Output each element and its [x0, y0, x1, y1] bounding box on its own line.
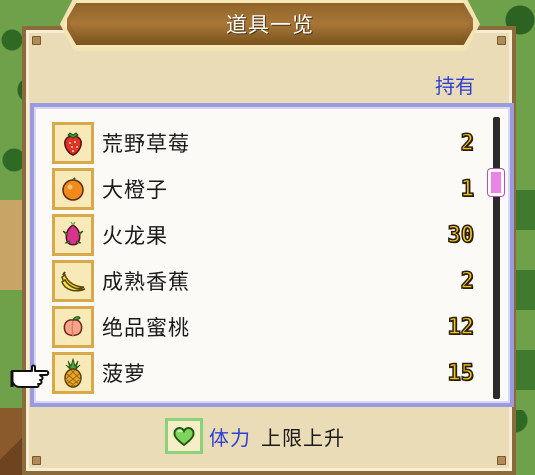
- list-item-peach[interactable]: 绝品蜜桃 12: [52, 304, 475, 350]
- item-count: 30: [447, 222, 475, 249]
- item-icon-frame: [52, 352, 94, 394]
- list-item-banana[interactable]: 成熟香蕉 2: [52, 258, 475, 304]
- item-icon-frame: [52, 168, 94, 210]
- list-item-dragon-fruit[interactable]: 火龙果 30: [52, 212, 475, 258]
- orange-icon: [62, 177, 84, 201]
- item-name: 成熟香蕉: [102, 270, 190, 294]
- peach-icon: [63, 316, 83, 337]
- item-count: 2: [460, 268, 475, 295]
- list-item-pineapple[interactable]: 菠萝 15: [52, 350, 475, 396]
- item-icon-frame: [52, 214, 94, 256]
- item-name: 大橙子: [102, 178, 168, 202]
- item-count: 1: [460, 176, 475, 203]
- scrollbar-track[interactable]: [493, 117, 500, 399]
- panel-stud: [497, 456, 506, 465]
- scrollbar-thumb[interactable]: [488, 169, 504, 196]
- item-count: 12: [447, 314, 475, 341]
- page-title: 道具一览: [226, 13, 314, 37]
- panel-stud: [497, 36, 506, 45]
- pineapple-icon: [64, 358, 82, 388]
- hand-pointer-icon: [10, 364, 50, 388]
- stat-effect: 上限上升: [261, 425, 345, 450]
- list-item-strawberry[interactable]: 荒野草莓 2: [52, 120, 475, 166]
- item-count: 2: [460, 130, 475, 157]
- stat-name: 体力: [209, 425, 251, 450]
- item-effect: 体力 上限上升: [165, 418, 345, 454]
- list-item-orange[interactable]: 大橙子 1: [52, 166, 475, 212]
- panel-stud: [32, 456, 41, 465]
- item-icon-frame: [52, 306, 94, 348]
- item-count: 15: [447, 360, 475, 387]
- heart-icon: [173, 427, 195, 447]
- background-trees: [515, 150, 535, 410]
- panel-stud: [32, 36, 41, 45]
- item-list: 荒野草莓 2 大橙子 1 火龙果 30 成熟香蕉 2 绝品蜜桃 12 菠萝 15: [30, 103, 514, 407]
- item-icon-frame: [52, 122, 94, 164]
- item-name: 菠萝: [102, 362, 146, 386]
- item-name: 荒野草莓: [102, 132, 190, 156]
- item-name: 绝品蜜桃: [102, 316, 190, 340]
- dragon-fruit-icon: [62, 221, 84, 246]
- title-banner: 道具一览: [64, 0, 476, 48]
- item-name: 火龙果: [102, 224, 168, 248]
- item-icon-frame: [52, 260, 94, 302]
- heart-icon-frame: [165, 418, 203, 454]
- strawberry-icon: [64, 132, 82, 156]
- owned-column-header: 持有: [435, 74, 475, 98]
- banana-icon: [61, 271, 86, 292]
